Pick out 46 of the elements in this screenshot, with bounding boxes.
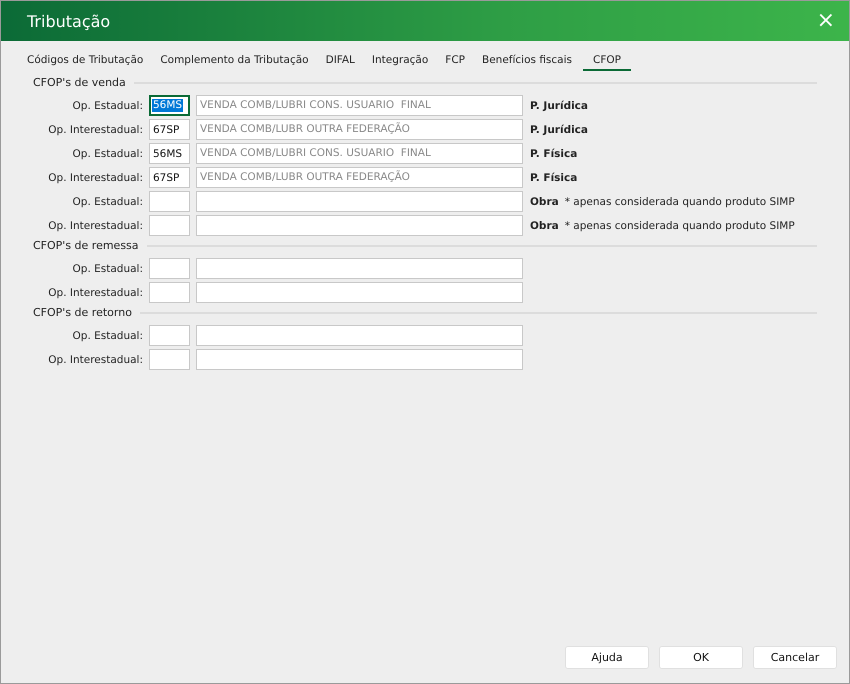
tab[interactable]: Benefícios fiscais <box>476 52 578 71</box>
description-field[interactable] <box>196 258 523 279</box>
field-label: Op. Interestadual: <box>47 220 143 232</box>
description-field[interactable] <box>196 325 523 346</box>
window-title: Tributação <box>27 12 110 30</box>
description-field[interactable]: VENDA COMB/LUBRI CONS. USUARIO FINAL <box>196 95 523 116</box>
field-label: Op. Estadual: <box>72 330 143 342</box>
note-label: Obra <box>530 196 559 208</box>
section-title: CFOP's de venda <box>33 76 126 89</box>
note-label: P. Jurídica <box>530 100 588 112</box>
dialog-button[interactable]: Ajuda <box>565 646 649 669</box>
section-title: CFOP's de retorno <box>33 306 132 319</box>
tab[interactable]: CFOP <box>583 52 631 71</box>
field-label: Op. Estadual: <box>72 196 143 208</box>
field-label: Op. Interestadual: <box>47 286 143 298</box>
field-label: Op. Estadual: <box>72 148 143 160</box>
section-title: CFOP's de remessa <box>33 239 139 252</box>
field-label: Op. Interestadual: <box>47 354 143 366</box>
description-field[interactable] <box>196 282 523 303</box>
note-label: P. Jurídica <box>530 124 588 136</box>
description-field[interactable] <box>196 191 523 212</box>
selected-text: 56MS <box>152 99 184 112</box>
description-field[interactable]: VENDA COMB/LUBRI CONS. USUARIO FINAL <box>196 143 523 164</box>
field-label: Op. Interestadual: <box>47 124 143 136</box>
tab[interactable]: Complemento da Tributação <box>154 52 315 71</box>
note-text: * apenas considerada quando produto SIMP <box>564 196 795 208</box>
tab[interactable]: Códigos de Tributação <box>21 52 150 71</box>
dialog-button[interactable]: Cancelar <box>753 646 837 669</box>
field-label: Op. Estadual: <box>72 262 143 274</box>
note-label: Obra <box>530 220 559 232</box>
field-label: Op. Estadual: <box>72 100 143 112</box>
code-field[interactable]: 56MS <box>149 143 190 164</box>
tab[interactable]: Integração <box>366 52 434 71</box>
description-field[interactable]: VENDA COMB/LUBR OUTRA FEDERAÇÃO <box>196 167 523 188</box>
note-label: P. Física <box>530 148 578 160</box>
description-field[interactable] <box>196 215 523 236</box>
description-field[interactable] <box>196 349 523 370</box>
description-field[interactable]: VENDA COMB/LUBR OUTRA FEDERAÇÃO <box>196 119 523 140</box>
tab[interactable]: DIFAL <box>320 52 361 71</box>
tab[interactable]: FCP <box>439 52 471 71</box>
code-field[interactable]: 67SP <box>149 167 190 188</box>
note-text: * apenas considerada quando produto SIMP <box>564 220 795 232</box>
field-label: Op. Interestadual: <box>47 172 143 184</box>
code-field[interactable]: 67SP <box>149 119 190 140</box>
note-label: P. Física <box>530 172 578 184</box>
dialog-button[interactable]: OK <box>659 646 743 669</box>
